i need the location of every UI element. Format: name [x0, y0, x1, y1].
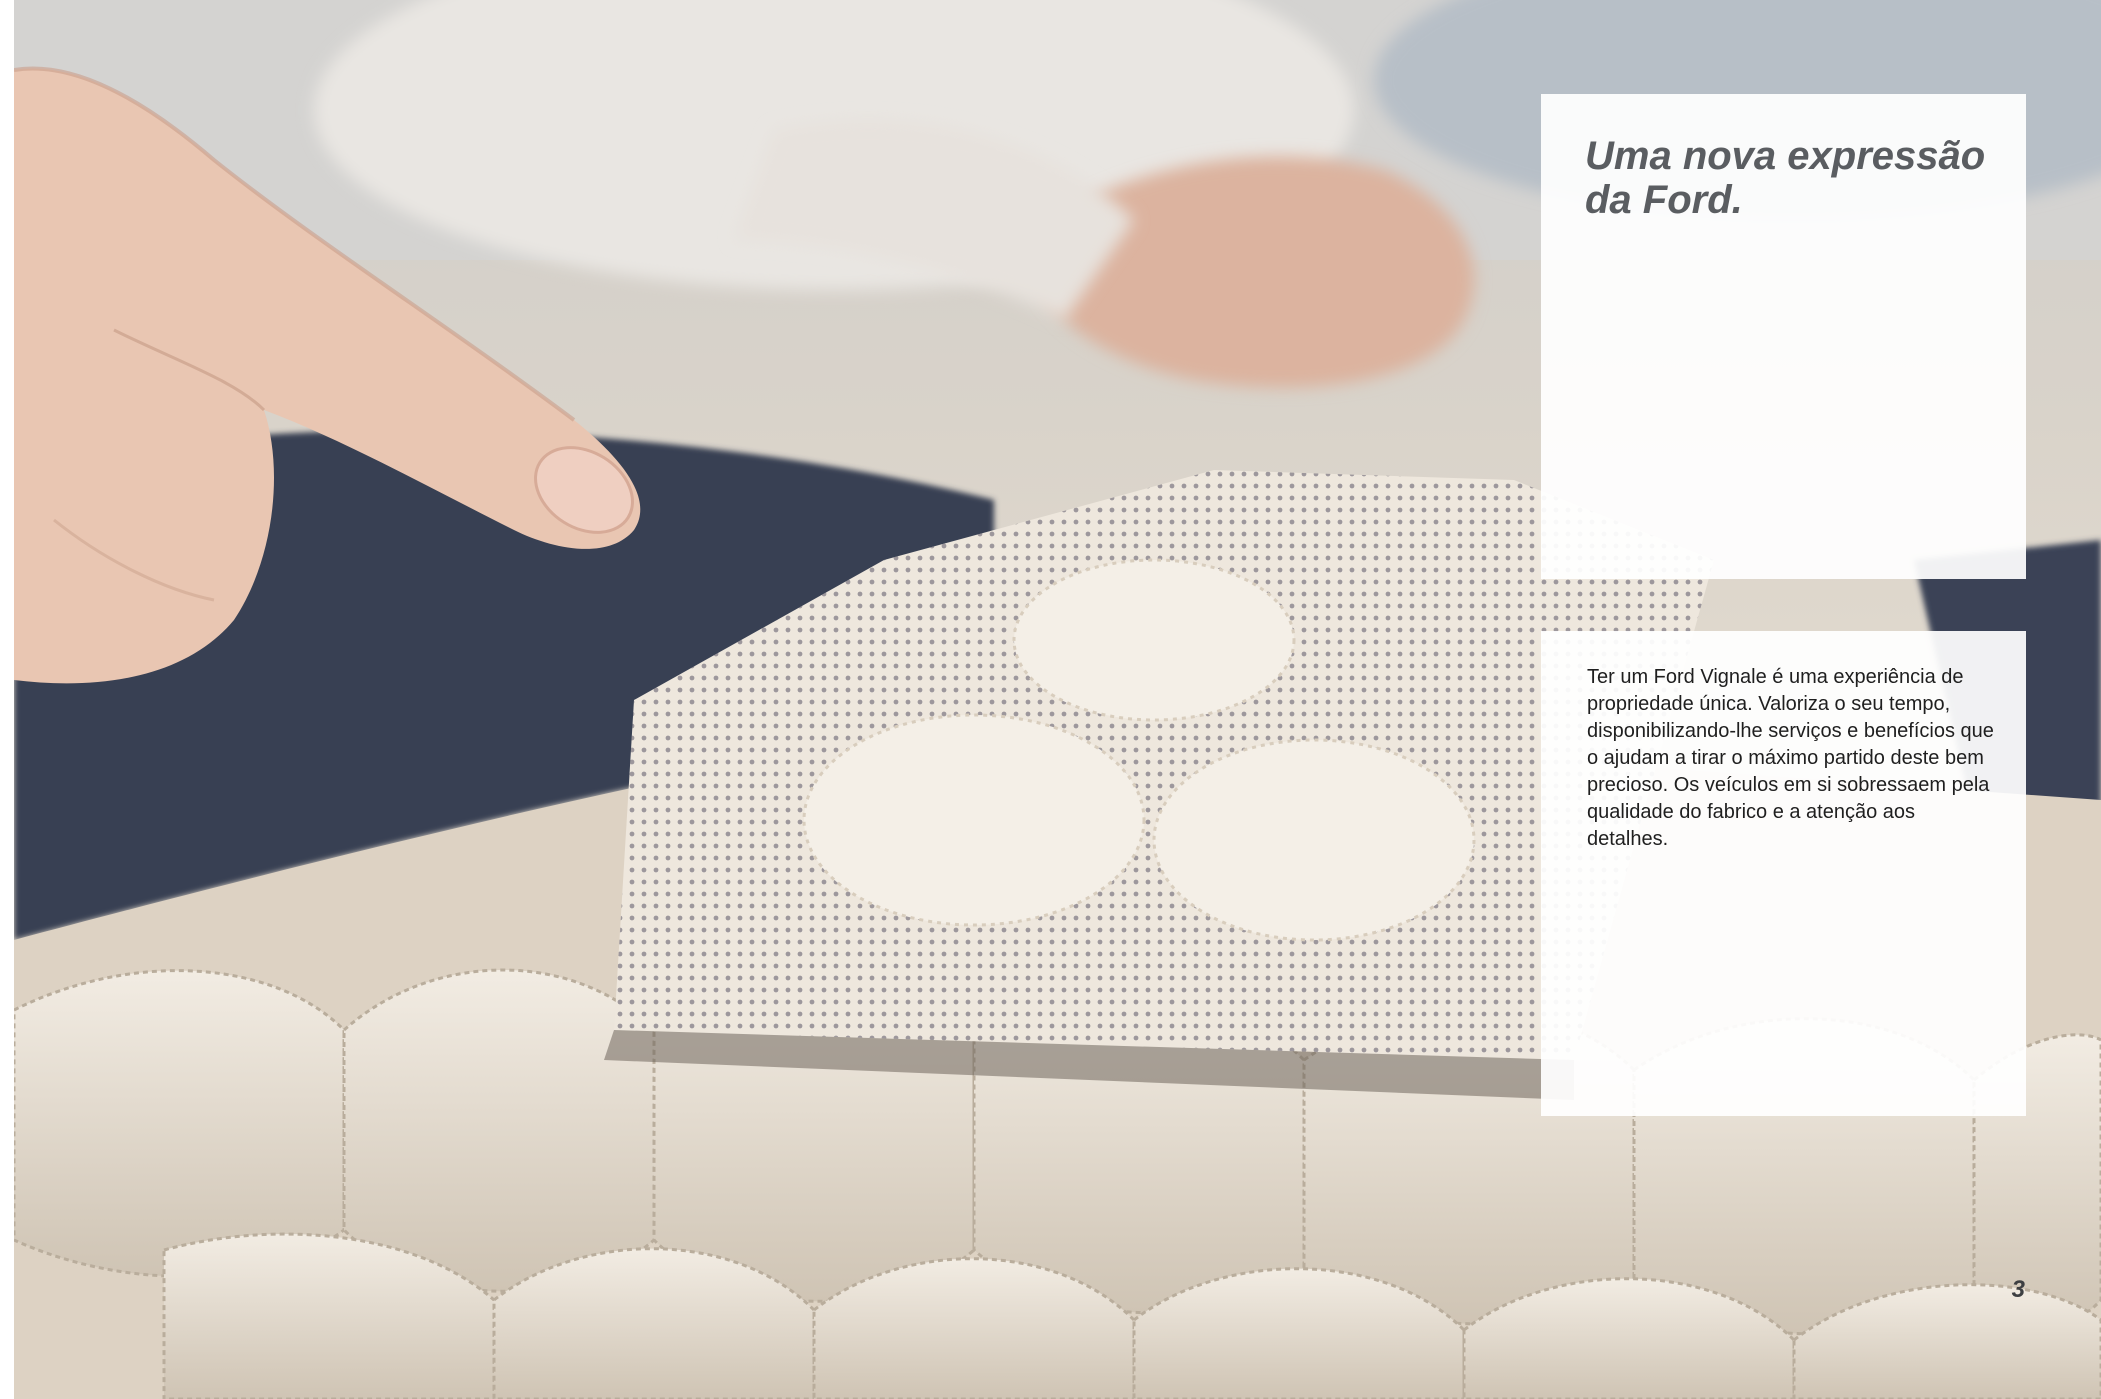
page-title: Uma nova expressão da Ford.: [1585, 134, 1986, 222]
page-margin: [0, 0, 14, 1399]
title-panel: Uma nova expressão da Ford.: [1541, 94, 2026, 579]
brochure-page: Uma nova expressão da Ford. Ter um Ford …: [0, 0, 2101, 1399]
body-paragraph: Ter um Ford Vignale é uma experiência de…: [1587, 666, 1994, 850]
body-panel: Ter um Ford Vignale é uma experiência de…: [1541, 631, 2026, 1116]
page-number: 3: [2011, 1276, 2025, 1303]
